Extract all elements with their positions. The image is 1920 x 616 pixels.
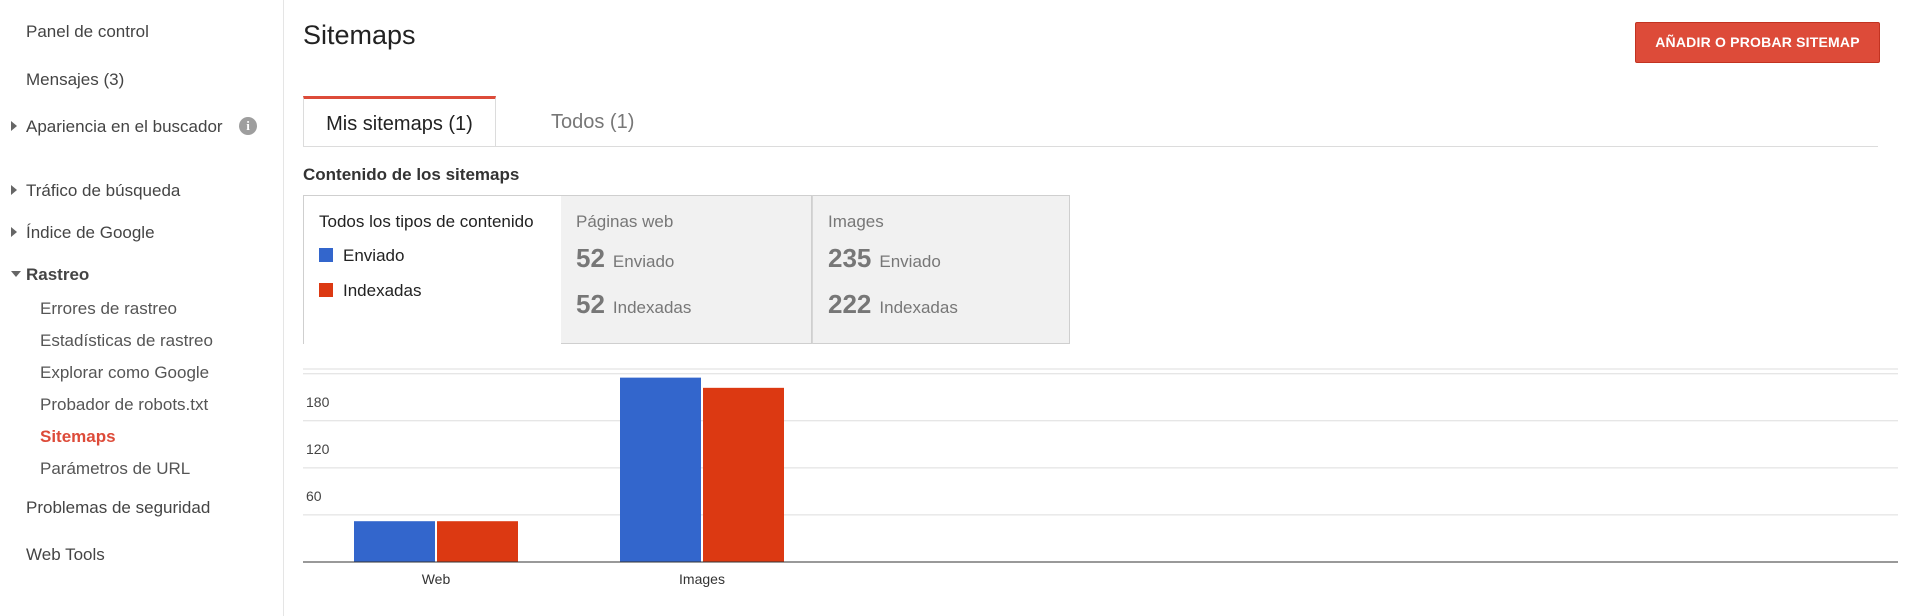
web-indexed-count: 52 <box>576 289 605 319</box>
nav-errores-rastreo[interactable]: Errores de rastreo <box>40 298 177 320</box>
nav-rastreo[interactable]: Rastreo <box>26 264 89 286</box>
indexed-swatch-icon <box>319 283 333 297</box>
web-sent-count: 52 <box>576 243 605 273</box>
y-tick-label: 120 <box>306 441 330 457</box>
tab-todos[interactable]: Todos (1) <box>551 97 634 145</box>
nav-indice[interactable]: Índice de Google <box>26 222 155 244</box>
nav-mensajes[interactable]: Mensajes (3) <box>26 69 124 91</box>
web-card-title: Páginas web <box>576 212 674 231</box>
legend-sent-label: Enviado <box>343 246 405 265</box>
images-sent-count: 235 <box>828 243 872 273</box>
sent-swatch-icon <box>319 248 333 262</box>
legend-sent: Enviado <box>319 246 404 266</box>
images-indexed-label: Indexadas <box>879 298 958 317</box>
legend-title: Todos los tipos de contenido <box>319 212 534 231</box>
nav-apariencia[interactable]: Apariencia en el buscador <box>26 116 226 138</box>
web-indexed-label: Indexadas <box>612 298 692 317</box>
web-sent-label: Enviado <box>612 252 675 271</box>
expand-arrow-icon[interactable] <box>11 227 17 237</box>
expand-arrow-icon[interactable] <box>11 121 17 131</box>
bar-enviado-web <box>354 521 435 562</box>
legend-indexed-label: Indexadas <box>343 281 422 300</box>
y-tick-label: 60 <box>306 488 322 504</box>
images-card-title: Images <box>828 212 884 231</box>
collapse-arrow-icon[interactable] <box>11 271 21 277</box>
nav-probador-robots[interactable]: Probador de robots.txt <box>40 394 208 416</box>
legend-indexed: Indexadas <box>319 281 421 301</box>
nav-trafico[interactable]: Tráfico de búsqueda <box>26 180 180 202</box>
y-tick-label: 180 <box>306 394 330 410</box>
expand-arrow-icon[interactable] <box>11 185 17 195</box>
web-indexed-stat: 52 Indexadas <box>576 289 691 320</box>
tab-bar: Mis sitemaps (1) Todos (1) <box>303 96 1878 147</box>
nav-problemas-seguridad[interactable]: Problemas de seguridad <box>26 497 210 519</box>
info-icon[interactable]: i <box>239 117 257 135</box>
images-indexed-stat: 222 Indexadas <box>828 289 958 320</box>
nav-web-tools[interactable]: Web Tools <box>26 544 105 566</box>
content-type-all-card[interactable]: Todos los tipos de contenido Enviado Ind… <box>303 195 563 344</box>
x-tick-label: Images <box>679 571 725 587</box>
nav-estadisticas-rastreo[interactable]: Estadísticas de rastreo <box>40 330 213 352</box>
add-sitemap-button[interactable]: AÑADIR O PROBAR SITEMAP <box>1635 22 1880 63</box>
bar-enviado-images <box>620 377 701 562</box>
content-type-web-card[interactable]: Páginas web 52 Enviado 52 Indexadas <box>561 195 812 344</box>
images-indexed-count: 222 <box>828 289 872 319</box>
nav-parametros-url[interactable]: Parámetros de URL <box>40 458 190 480</box>
images-sent-stat: 235 Enviado <box>828 243 941 274</box>
sidebar: Panel de control Mensajes (3) Apariencia… <box>0 0 284 616</box>
web-sent-stat: 52 Enviado <box>576 243 674 274</box>
tab-mis-sitemaps[interactable]: Mis sitemaps (1) <box>303 96 496 146</box>
page-title: Sitemaps <box>303 20 416 50</box>
section-title: Contenido de los sitemaps <box>303 165 520 184</box>
sitemap-bar-chart: 60120180240WebImages <box>303 368 1898 587</box>
nav-sitemaps[interactable]: Sitemaps <box>40 426 116 448</box>
x-tick-label: Web <box>422 571 451 587</box>
main-content: Sitemaps AÑADIR O PROBAR SITEMAP Mis sit… <box>303 0 1920 616</box>
nav-explorar-google[interactable]: Explorar como Google <box>40 362 209 384</box>
images-sent-label: Enviado <box>879 252 941 271</box>
nav-panel-de-control[interactable]: Panel de control <box>26 21 149 43</box>
bar-indexadas-web <box>437 521 518 562</box>
content-type-images-card[interactable]: Images 235 Enviado 222 Indexadas <box>812 195 1070 344</box>
bar-indexadas-images <box>703 387 784 562</box>
app: Panel de control Mensajes (3) Apariencia… <box>0 0 1920 616</box>
